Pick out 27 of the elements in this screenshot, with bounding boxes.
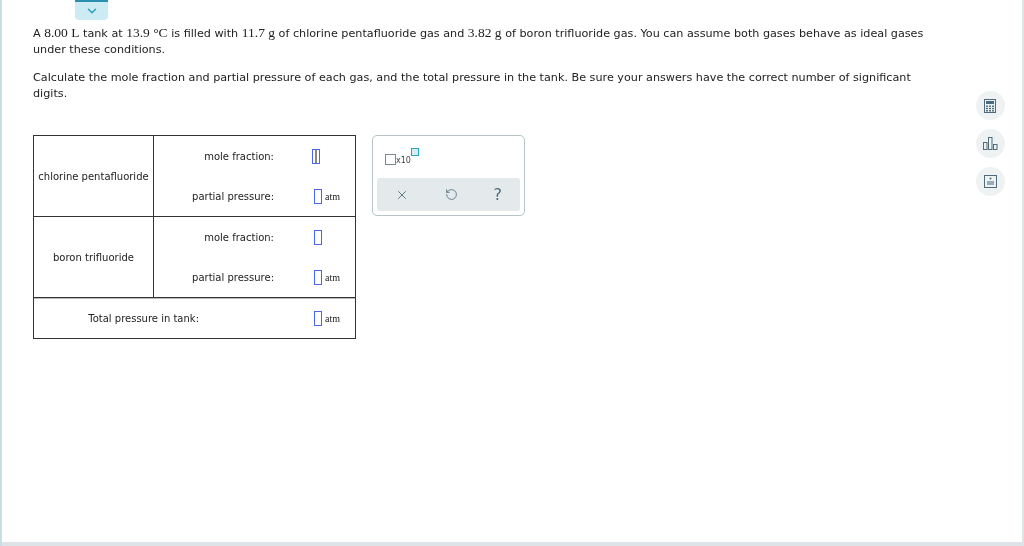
collapse-tab[interactable] (75, 0, 108, 20)
field-label: partial pressure: (191, 190, 274, 202)
bar-chart-icon (982, 137, 998, 150)
unit-label: atm (325, 313, 340, 324)
help-button[interactable]: ? (493, 185, 503, 204)
answer-field[interactable] (314, 188, 322, 204)
answer-field[interactable] (314, 229, 322, 245)
periodic-button[interactable] (975, 167, 1005, 196)
gas-name: chlorine pentafluoride (38, 170, 149, 182)
calculator-button[interactable] (975, 91, 1005, 120)
undo-button[interactable] (444, 188, 458, 201)
field-label: partial pressure: (191, 271, 274, 283)
answer-field[interactable] (314, 311, 322, 326)
unit-label: atm (325, 271, 340, 283)
field-label: mole fraction: (203, 150, 274, 162)
calculator-icon (984, 98, 996, 113)
field-label: Total pressure in tank: (87, 313, 199, 324)
periodic-table-icon (983, 175, 997, 188)
question-text: Calculate the mole fraction and partial pressure of each gas, and the total pressure in the tank. Be sure your answers have the correct number of significant digits. (33, 70, 912, 102)
question-text: A 8.00 L tank at 13.9 °C is filled with 11.7 g of chlorine pentafluoride gas and 3.82 g of boron trifluoride gas. You can assume both gases behave as ideal gases under these conditions. (33, 25, 925, 58)
field-label: mole fraction: (203, 231, 274, 243)
answer-field[interactable] (312, 148, 320, 164)
answer-field[interactable] (314, 269, 322, 285)
gas-name: boron trifluoride (53, 251, 134, 263)
unit-label: atm (325, 190, 340, 202)
exponent-button[interactable]: x10 (385, 148, 419, 165)
chart-button[interactable] (975, 129, 1005, 158)
